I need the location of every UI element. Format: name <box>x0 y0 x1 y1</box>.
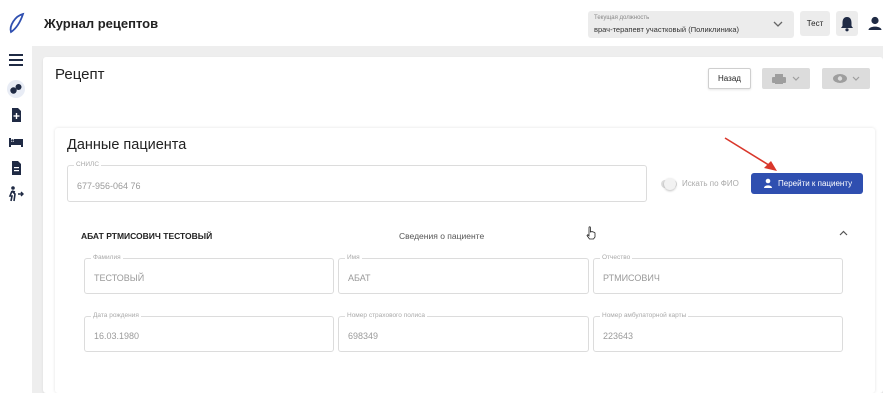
go-to-patient-label: Перейти к пациенту <box>778 179 853 188</box>
notifications-button[interactable] <box>836 11 858 36</box>
outpatient-card-value: 223643 <box>603 331 634 341</box>
app-title: Журнал рецептов <box>44 16 159 31</box>
chevron-down-icon <box>773 21 783 27</box>
policy-number-value: 698349 <box>348 331 379 341</box>
last-name-value: ТЕСТОВЫЙ <box>94 273 145 283</box>
birth-date-field[interactable]: Дата рождения 16.03.1980 <box>84 312 334 352</box>
add-document-icon[interactable] <box>6 105 26 125</box>
bed-icon[interactable] <box>6 132 26 152</box>
last-name-label: Фамилия <box>91 254 123 261</box>
hand-cursor-icon <box>586 226 596 240</box>
profile-button[interactable] <box>864 11 883 36</box>
user-name-button[interactable]: Тест <box>800 11 830 36</box>
printer-icon <box>772 74 800 84</box>
patient-data-title: Данные пациента <box>67 137 187 153</box>
eye-icon <box>833 74 860 83</box>
patient-full-name: АБАТ РТМИСОВИЧ ТЕСТОВЫЙ <box>81 231 213 241</box>
view-options-button[interactable] <box>822 68 870 89</box>
go-to-patient-button[interactable]: Перейти к пациенту <box>751 173 863 194</box>
top-bar: Журнал рецептов Текущая должность врач-т… <box>0 0 883 46</box>
patronymic-value: РТМИСОВИЧ <box>603 273 660 283</box>
search-by-name-label: Искать по ФИО <box>682 179 739 188</box>
patronymic-field[interactable]: Отчество РТМИСОВИЧ <box>593 254 843 294</box>
print-button[interactable] <box>762 68 810 89</box>
annotation-arrow-icon <box>724 137 777 171</box>
bell-icon <box>841 17 853 32</box>
snils-field[interactable]: СНИЛС 677-956-064 76 <box>67 161 647 202</box>
menu-icon[interactable] <box>6 50 26 70</box>
snils-label: СНИЛС <box>74 161 102 168</box>
snils-value: 677-956-064 76 <box>77 181 141 191</box>
pills-icon[interactable] <box>6 79 26 99</box>
back-button[interactable]: Назад <box>708 68 751 89</box>
chevron-up-icon[interactable] <box>838 228 849 238</box>
policy-number-label: Номер страхового полиса <box>345 312 427 319</box>
patient-info-tab[interactable]: Сведения о пациенте <box>399 231 484 241</box>
position-select[interactable]: Текущая должность врач-терапевт участков… <box>588 11 794 38</box>
user-icon <box>868 16 882 30</box>
user-icon <box>764 178 772 188</box>
last-name-field[interactable]: Фамилия ТЕСТОВЫЙ <box>84 254 334 294</box>
first-name-field[interactable]: Имя АБАТ <box>338 254 589 294</box>
patronymic-label: Отчество <box>600 254 633 261</box>
document-icon[interactable] <box>6 158 26 178</box>
position-select-value: врач-терапевт участковый (Поликлиника) <box>594 25 740 34</box>
birth-date-label: Дата рождения <box>91 312 141 319</box>
first-name-value: АБАТ <box>348 273 371 283</box>
walking-person-icon[interactable] <box>6 184 26 204</box>
position-select-label: Текущая должность <box>594 15 650 21</box>
first-name-label: Имя <box>345 254 362 261</box>
outpatient-card-field[interactable]: Номер амбулаторной карты 223643 <box>593 312 843 352</box>
app-logo-icon[interactable] <box>7 12 27 34</box>
search-by-name-toggle-knob[interactable] <box>664 178 676 190</box>
outpatient-card-label: Номер амбулаторной карты <box>600 312 689 319</box>
policy-number-field[interactable]: Номер страхового полиса 698349 <box>338 312 589 352</box>
birth-date-value: 16.03.1980 <box>94 331 140 341</box>
page-title: Рецепт <box>55 66 105 83</box>
